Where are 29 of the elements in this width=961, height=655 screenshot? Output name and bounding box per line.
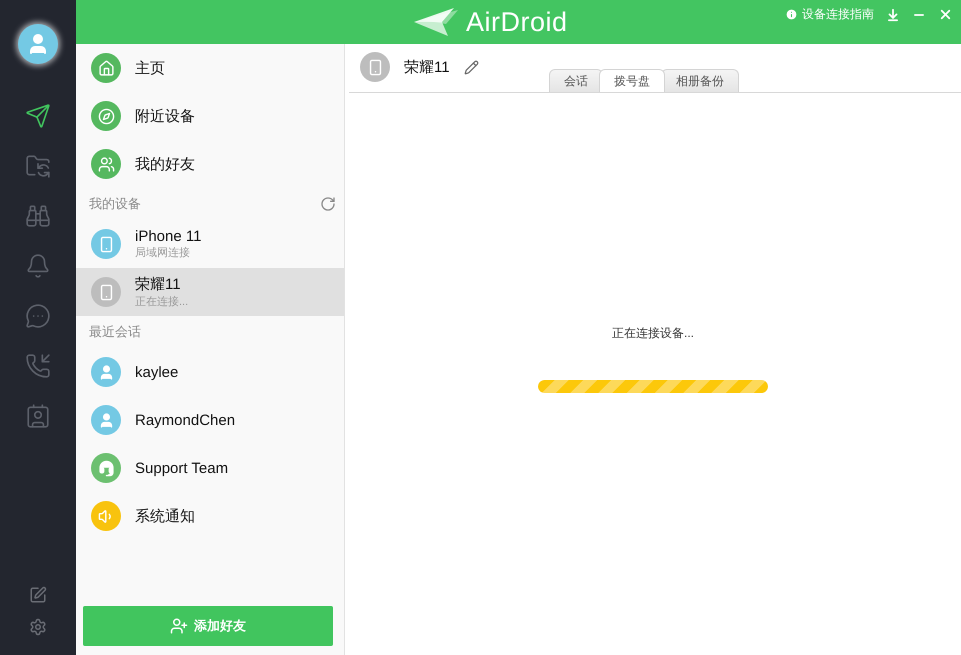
conversation-item[interactable]: RaymondChen xyxy=(76,396,344,444)
conversation-item[interactable]: Support Team xyxy=(76,444,344,492)
paper-plane-logo-icon xyxy=(414,8,458,36)
phone-icon xyxy=(360,52,390,82)
refresh-icon[interactable] xyxy=(320,196,336,212)
device-name: 荣耀11 xyxy=(404,58,450,76)
home-icon xyxy=(91,53,121,83)
device-item[interactable]: iPhone 11 局域网连接 xyxy=(76,220,344,268)
friends-icon xyxy=(91,149,121,179)
conversation-item[interactable]: kaylee xyxy=(76,348,344,396)
menu-item[interactable]: 附近设备 xyxy=(76,92,344,140)
app-logo-text: AirDroid xyxy=(466,6,568,38)
tab[interactable]: 相册备份 xyxy=(661,69,739,92)
user-avatar[interactable] xyxy=(18,24,58,64)
device-item[interactable]: 荣耀11 正在连接... xyxy=(76,268,344,316)
tab[interactable]: 拨号盘 xyxy=(599,69,665,92)
menu-item[interactable]: 我的好友 xyxy=(76,140,344,188)
info-icon xyxy=(785,8,798,21)
download-icon[interactable] xyxy=(886,8,900,22)
menu-item[interactable]: 主页 xyxy=(76,44,344,92)
compass-icon xyxy=(91,101,121,131)
conversation-item[interactable]: 系统通知 xyxy=(76,492,344,540)
add-user-icon xyxy=(170,617,188,635)
status-text: 正在连接设备... xyxy=(612,325,694,342)
close-icon[interactable] xyxy=(938,7,953,22)
edit-icon[interactable] xyxy=(464,60,479,74)
section-title: 最近会话 xyxy=(89,323,141,341)
tab[interactable]: 会话 xyxy=(549,69,603,92)
section-title: 我的设备 xyxy=(89,195,141,213)
